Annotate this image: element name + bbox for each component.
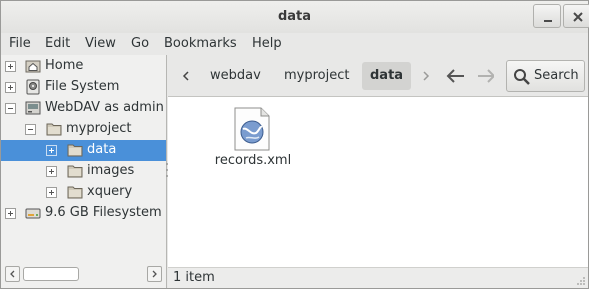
sidebar-item-webdav[interactable]: WebDAV as admin xyxy=(1,98,166,119)
sidebar-item-xquery[interactable]: xquery xyxy=(1,182,166,203)
minimize-icon xyxy=(544,20,552,22)
resize-grip-icon[interactable] xyxy=(576,276,586,286)
path-toolbar: webdav myproject data Search xyxy=(168,55,588,97)
menu-edit[interactable]: Edit xyxy=(45,36,70,51)
expand-icon[interactable] xyxy=(46,145,57,156)
search-button[interactable]: Search xyxy=(506,60,585,92)
path-scroll-left-icon[interactable] xyxy=(176,66,196,86)
scrollbar-thumb[interactable] xyxy=(23,267,79,281)
sidebar-item-label: WebDAV as admin xyxy=(45,100,164,115)
close-icon xyxy=(573,12,583,22)
sidebar-item-label: data xyxy=(87,142,117,157)
chevron-left-icon xyxy=(10,270,15,278)
sidebar-tree: Home File System WebDAV as admin myproje… xyxy=(1,55,167,288)
path-scroll-right-icon[interactable] xyxy=(416,66,436,86)
expand-icon[interactable] xyxy=(5,82,16,93)
breadcrumb-webdav[interactable]: webdav xyxy=(202,62,269,90)
xml-document-icon xyxy=(234,107,270,151)
sidebar-item-label: File System xyxy=(45,79,120,94)
sidebar-item-label: images xyxy=(87,163,135,178)
folder-icon xyxy=(67,165,83,178)
sidebar-item-label: xquery xyxy=(87,184,133,199)
search-icon xyxy=(514,69,530,85)
folder-icon xyxy=(67,186,83,199)
expand-icon[interactable] xyxy=(46,166,57,177)
window-title: data xyxy=(277,9,312,24)
sidebar-item-filesystem-volume[interactable]: 9.6 GB Filesystem xyxy=(1,203,166,224)
network-drive-icon xyxy=(25,101,41,115)
sidebar-item-images[interactable]: images xyxy=(1,161,166,182)
search-label: Search xyxy=(534,68,579,83)
file-item-records-xml[interactable]: records.xml xyxy=(208,107,298,171)
collapse-icon[interactable] xyxy=(5,103,16,114)
breadcrumb-myproject[interactable]: myproject xyxy=(276,62,357,90)
sidebar-horizontal-scrollbar[interactable] xyxy=(5,265,163,283)
close-button[interactable] xyxy=(563,4,589,28)
back-arrow-icon[interactable] xyxy=(444,66,464,86)
minimize-button[interactable] xyxy=(533,4,561,28)
sidebar-item-label: myproject xyxy=(66,121,132,136)
folder-icon xyxy=(46,123,62,136)
menu-go[interactable]: Go xyxy=(131,36,149,51)
chevron-right-icon xyxy=(152,270,157,278)
home-folder-icon xyxy=(25,60,41,73)
scroll-right-button[interactable] xyxy=(147,266,162,282)
drive-icon xyxy=(26,79,40,95)
sidebar-item-file-system[interactable]: File System xyxy=(1,77,166,98)
menu-help[interactable]: Help xyxy=(252,36,282,51)
folder-icon xyxy=(67,144,83,157)
expand-icon[interactable] xyxy=(5,208,16,219)
status-bar: 1 item xyxy=(168,267,588,288)
file-view[interactable]: records.xml xyxy=(168,97,588,267)
sidebar-item-home[interactable]: Home xyxy=(1,56,166,77)
forward-arrow-icon[interactable] xyxy=(474,66,494,86)
sidebar-item-myproject[interactable]: myproject xyxy=(1,119,166,140)
title-bar[interactable]: data xyxy=(1,1,589,33)
sidebar-item-label: Home xyxy=(45,58,84,73)
menu-file[interactable]: File xyxy=(9,36,31,51)
disk-icon xyxy=(25,208,41,219)
expand-icon[interactable] xyxy=(46,187,57,198)
collapse-icon[interactable] xyxy=(25,124,36,135)
file-name: records.xml xyxy=(214,153,292,168)
sidebar-item-label: 9.6 GB Filesystem xyxy=(45,205,162,220)
menu-bar: File Edit View Go Bookmarks Help xyxy=(1,33,588,55)
menu-bookmarks[interactable]: Bookmarks xyxy=(164,36,237,51)
scroll-left-button[interactable] xyxy=(5,266,20,282)
file-manager-window: data File Edit View Go Bookmarks Help Ho… xyxy=(0,0,589,289)
menu-view[interactable]: View xyxy=(85,36,116,51)
breadcrumb-data[interactable]: data xyxy=(362,62,412,90)
sidebar-item-data[interactable]: data xyxy=(1,140,166,161)
item-count: 1 item xyxy=(173,270,215,285)
expand-icon[interactable] xyxy=(5,61,16,72)
